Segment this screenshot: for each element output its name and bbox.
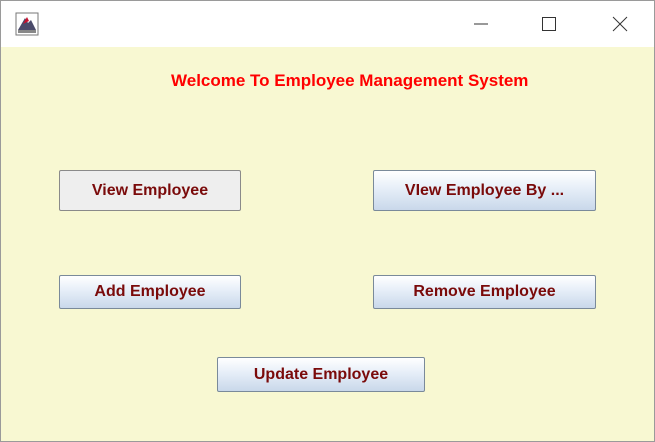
minimize-button[interactable] <box>459 9 503 39</box>
view-employee-by-button[interactable]: VIew Employee By ... <box>373 170 596 211</box>
maximize-icon <box>542 17 556 31</box>
remove-employee-button[interactable]: Remove Employee <box>373 275 596 309</box>
minimize-icon <box>474 23 488 25</box>
maximize-button[interactable] <box>527 9 571 39</box>
title-bar[interactable] <box>1 1 654 47</box>
close-icon <box>612 16 628 32</box>
view-employee-button[interactable]: View Employee <box>59 170 241 211</box>
main-panel: Welcome To Employee Management System Vi… <box>1 47 654 441</box>
app-window: Welcome To Employee Management System Vi… <box>0 0 655 442</box>
update-employee-button[interactable]: Update Employee <box>217 357 425 392</box>
add-employee-button[interactable]: Add Employee <box>59 275 241 309</box>
welcome-heading: Welcome To Employee Management System <box>171 71 529 90</box>
java-app-icon[interactable] <box>15 12 39 36</box>
close-button[interactable] <box>598 9 642 39</box>
